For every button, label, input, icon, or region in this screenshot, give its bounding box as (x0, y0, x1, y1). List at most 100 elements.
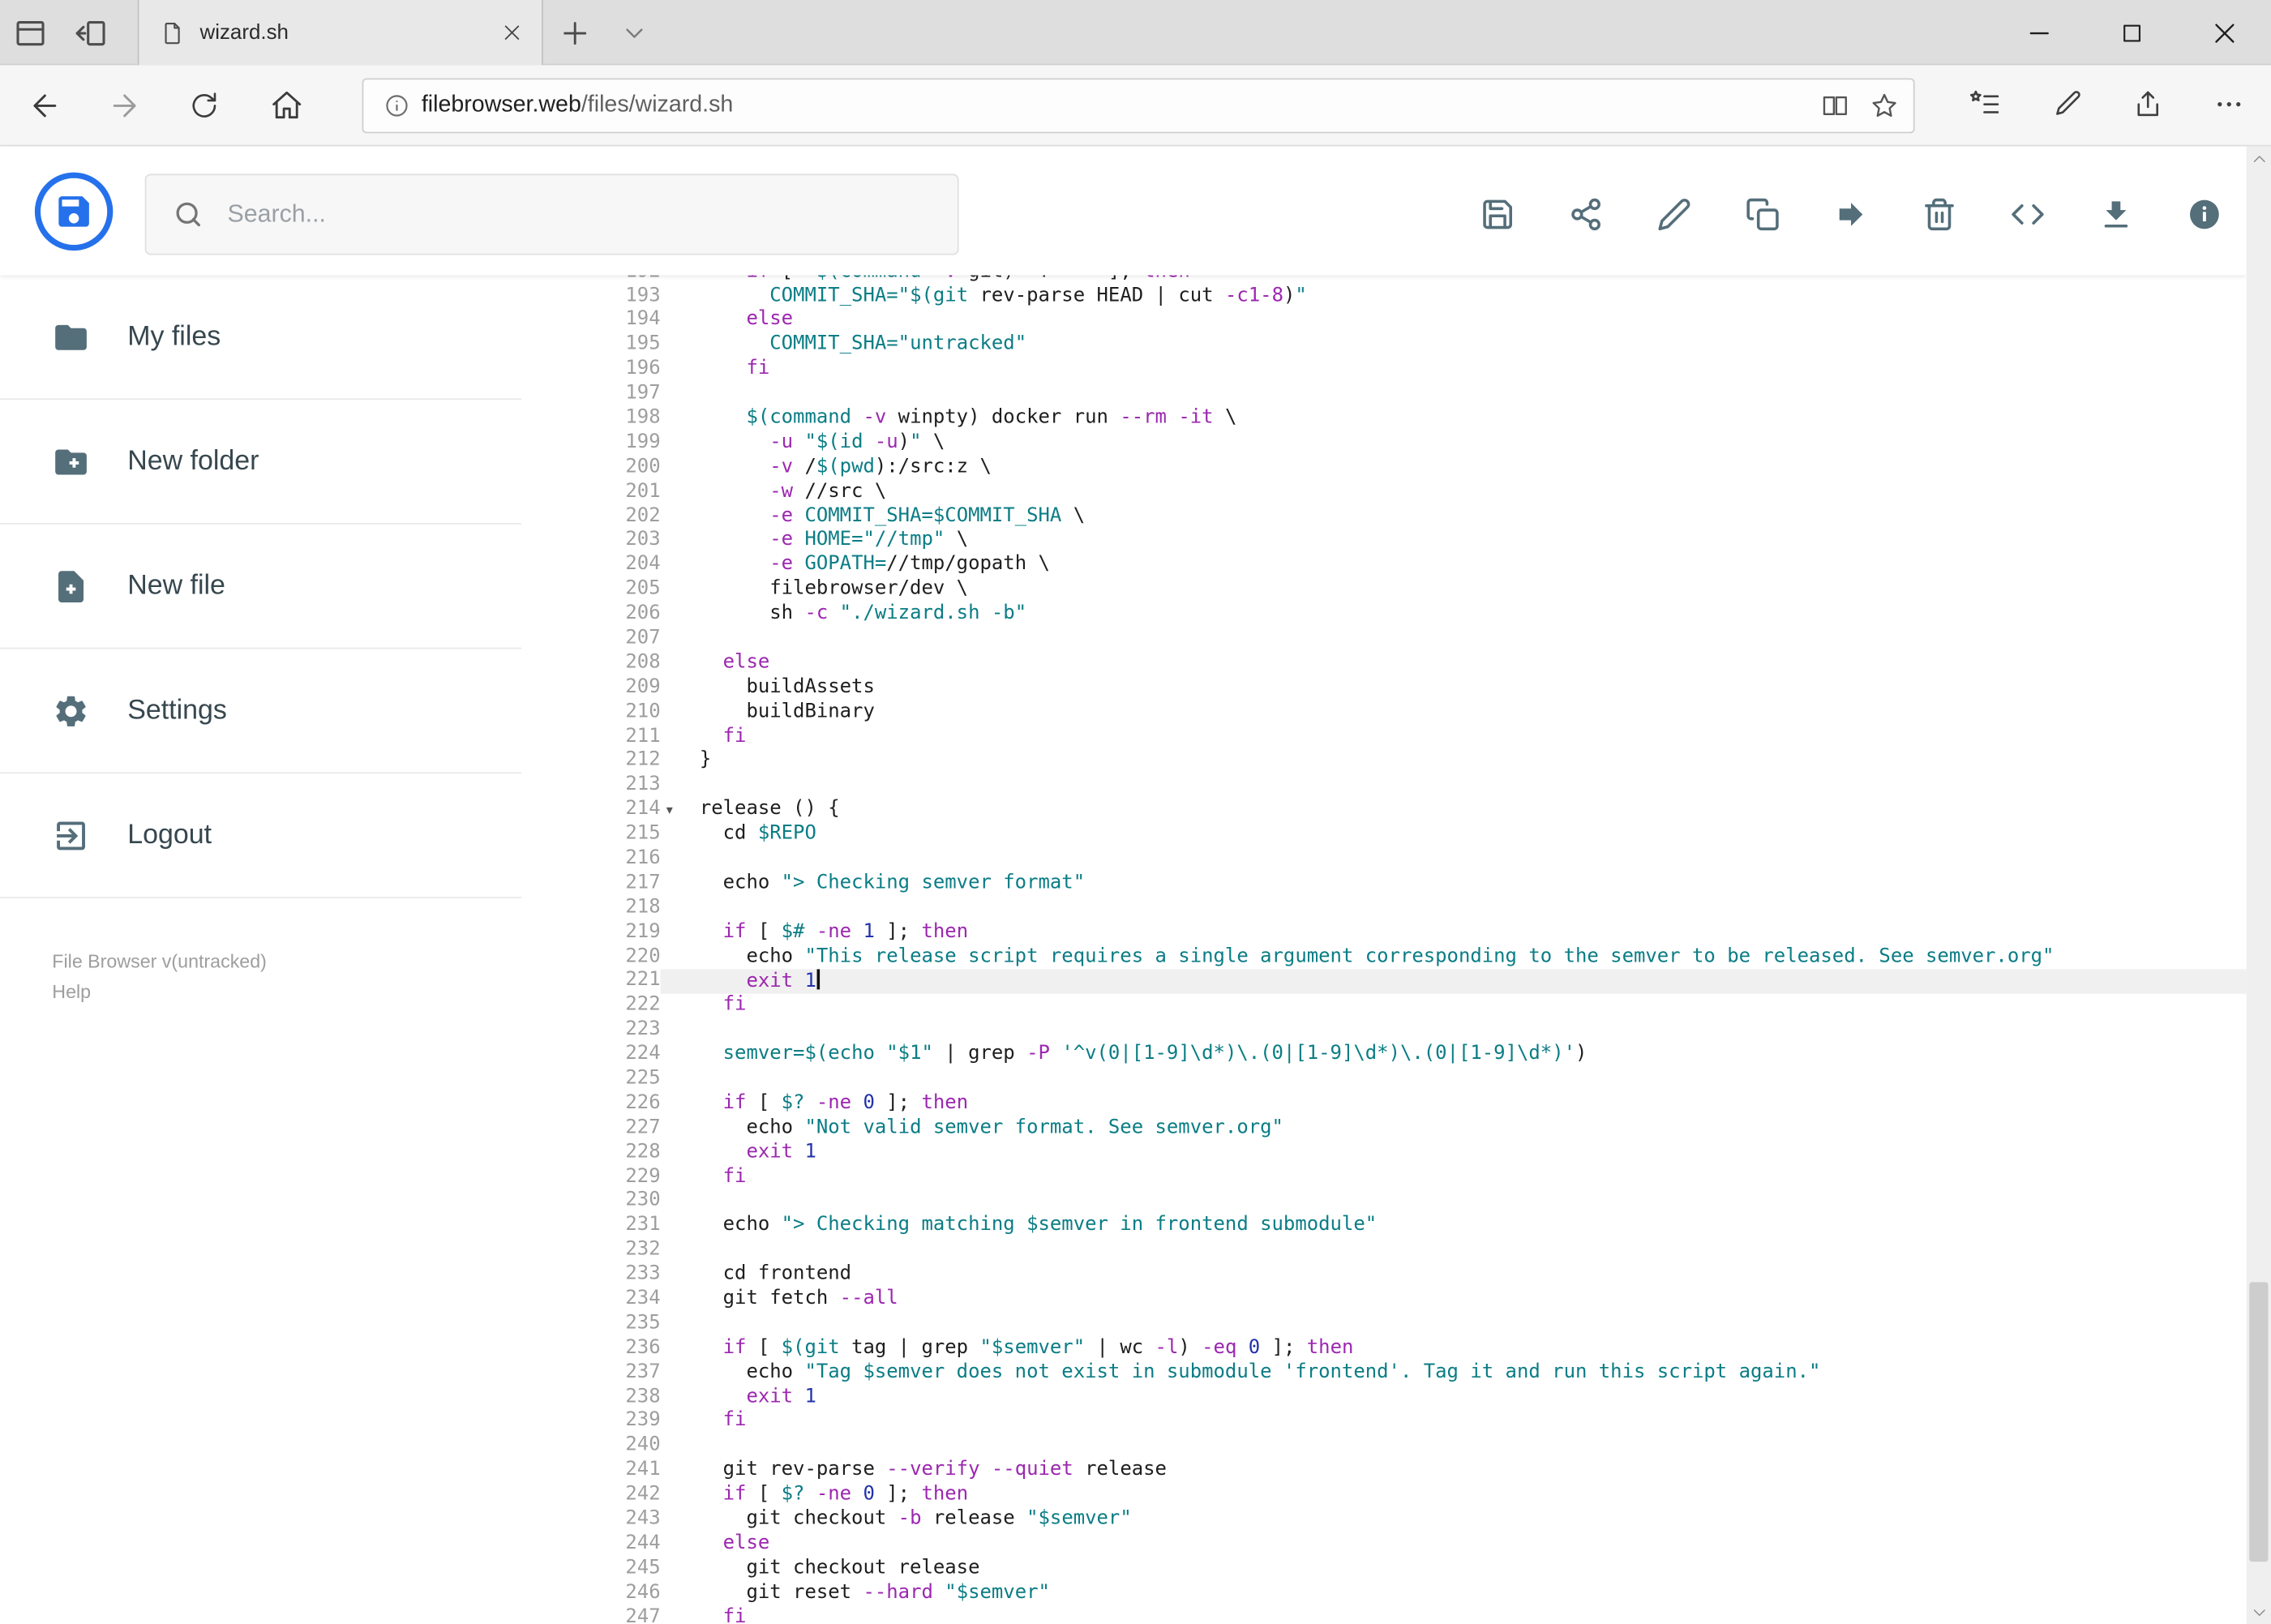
code-line[interactable]: 218 (521, 897, 2247, 921)
code-line[interactable]: 214 ▾ release () { (521, 799, 2247, 823)
code-line[interactable]: 227 echo "Not valid semver format. See s… (521, 1116, 2247, 1141)
raw-code-button[interactable] (1999, 186, 2056, 243)
code-line[interactable]: 246 git reset --hard "$semver" (521, 1582, 2247, 1606)
code-line[interactable]: 230 (521, 1190, 2247, 1215)
browser-tab[interactable]: wizard.sh (137, 0, 543, 66)
code-line[interactable]: 237 echo "Tag $semver does not exist in … (521, 1361, 2247, 1386)
code-line[interactable]: 198 $(command -v winpty) docker run --rm… (521, 407, 2247, 431)
code-line[interactable]: 219 if [ $# -ne 1 ]; then (521, 921, 2247, 945)
forward-button[interactable] (94, 75, 155, 135)
site-info-icon[interactable] (383, 92, 409, 118)
copy-button[interactable] (1733, 186, 1791, 243)
code-line[interactable]: 238 exit 1 (521, 1386, 2247, 1410)
code-line[interactable]: 228 exit 1 (521, 1141, 2247, 1165)
code-line[interactable]: 217 echo "> Checking semver format" (521, 872, 2247, 896)
set-tabs-aside-icon[interactable] (72, 15, 109, 52)
code-line[interactable]: 200 -v /$(pwd):/src:z \ (521, 456, 2247, 480)
sidebar-item-new-file[interactable]: New file (0, 525, 522, 649)
code-line[interactable]: 199 -u "$(id -u)" \ (521, 431, 2247, 456)
code-line[interactable]: 240 (521, 1435, 2247, 1459)
more-options-icon[interactable] (2200, 75, 2258, 133)
annotate-pen-icon[interactable] (2037, 75, 2095, 133)
code-line[interactable]: 195 COMMIT_SHA="untracked" (521, 333, 2247, 358)
delete-button[interactable] (1910, 186, 1968, 243)
sidebar-item-settings[interactable]: Settings (0, 649, 522, 774)
code-line[interactable]: 233 cd frontend (521, 1263, 2247, 1288)
code-line[interactable]: 222 fi (521, 994, 2247, 1018)
code-line[interactable]: 211 fi (521, 725, 2247, 749)
code-line[interactable]: 223 (521, 1019, 2247, 1043)
code-line[interactable]: 197 (521, 383, 2247, 407)
tab-preview-icon[interactable] (11, 15, 49, 52)
sidebar-item-my-files[interactable]: My files (0, 275, 522, 401)
refresh-button[interactable] (174, 75, 234, 135)
favorite-star-icon[interactable] (1870, 92, 1899, 121)
code-line[interactable]: 226 if [ $? -ne 0 ]; then (521, 1092, 2247, 1116)
code-line[interactable]: 204 -e GOPATH=//tmp/gopath \ (521, 554, 2247, 578)
tab-list-chevron-icon[interactable] (620, 19, 649, 48)
rename-button[interactable] (1645, 186, 1703, 243)
code-editor[interactable]: 192 if [ "$(command -v git)" != "" ]; th… (521, 275, 2247, 1624)
help-link[interactable]: Help (52, 976, 267, 1007)
sidebar-item-logout[interactable]: Logout (0, 773, 522, 898)
code-line[interactable]: 242 if [ $? -ne 0 ]; then (521, 1484, 2247, 1508)
back-button[interactable] (15, 75, 75, 135)
minimize-button[interactable] (1993, 0, 2085, 65)
code-line[interactable]: 224 semver=$(echo "$1" | grep -P '^v(0|[… (521, 1043, 2247, 1068)
code-line[interactable]: 205 filebrowser/dev \ (521, 578, 2247, 602)
code-line[interactable]: 221 exit 1 (521, 970, 2247, 995)
share-icon[interactable] (2119, 75, 2177, 133)
code-line[interactable]: 232 (521, 1239, 2247, 1263)
search-input[interactable] (227, 199, 932, 229)
download-button[interactable] (2087, 186, 2145, 243)
scroll-up-icon[interactable] (2247, 146, 2271, 170)
code-line[interactable]: 209 buildAssets (521, 676, 2247, 701)
move-button[interactable] (1822, 186, 1879, 243)
sidebar-item-new-folder[interactable]: New folder (0, 400, 522, 525)
info-button[interactable] (2175, 186, 2233, 243)
code-line[interactable]: 239 fi (521, 1410, 2247, 1434)
scrollbar-thumb[interactable] (2249, 1282, 2269, 1562)
close-button[interactable] (2179, 0, 2271, 65)
code-line[interactable]: 192 if [ "$(command -v git)" != "" ]; th… (521, 275, 2247, 285)
tab-close-icon[interactable] (495, 17, 527, 49)
scroll-down-icon[interactable] (2247, 1600, 2271, 1624)
code-line[interactable]: 235 (521, 1313, 2247, 1337)
url-text[interactable]: filebrowser.web/files/wizard.sh (422, 92, 1821, 118)
code-line[interactable]: 244 else (521, 1532, 2247, 1557)
code-line[interactable]: 229 fi (521, 1166, 2247, 1190)
page-scrollbar[interactable] (2246, 146, 2271, 1624)
code-line[interactable]: 245 git checkout release (521, 1557, 2247, 1581)
code-line[interactable]: 243 git checkout -b release "$semver" (521, 1508, 2247, 1532)
favorites-hub-icon[interactable] (1956, 75, 2014, 133)
code-line[interactable]: 208 else (521, 652, 2247, 676)
code-line[interactable]: 225 (521, 1068, 2247, 1092)
code-line[interactable]: 196 fi (521, 358, 2247, 383)
code-line[interactable]: 247 fi (521, 1606, 2247, 1624)
code-line[interactable]: 203 -e HOME="//tmp" \ (521, 529, 2247, 554)
address-bar[interactable]: filebrowser.web/files/wizard.sh (362, 78, 1915, 134)
home-button[interactable] (256, 75, 317, 135)
code-line[interactable]: 212} (521, 750, 2247, 774)
code-line[interactable]: 193 COMMIT_SHA="$(git rev-parse HEAD | c… (521, 285, 2247, 309)
save-button[interactable] (1468, 186, 1526, 243)
code-line[interactable]: 210 buildBinary (521, 701, 2247, 725)
code-line[interactable]: 194 else (521, 309, 2247, 333)
code-line[interactable]: 234 git fetch --all (521, 1288, 2247, 1312)
code-line[interactable]: 201 -w //src \ (521, 481, 2247, 505)
code-line[interactable]: 202 -e COMMIT_SHA=$COMMIT_SHA \ (521, 505, 2247, 529)
code-line[interactable]: 206 sh -c "./wizard.sh -b" (521, 602, 2247, 627)
code-line[interactable]: 216 (521, 847, 2247, 872)
code-line[interactable]: 213 (521, 774, 2247, 799)
code-line[interactable]: 215 cd $REPO (521, 823, 2247, 847)
reading-view-icon[interactable] (1821, 92, 1850, 121)
code-line[interactable]: 207 (521, 628, 2247, 652)
search-bar[interactable] (144, 174, 959, 255)
fold-marker-icon[interactable]: ▾ (666, 800, 673, 825)
share-file-button[interactable] (1557, 186, 1614, 243)
code-line[interactable]: 231 echo "> Checking matching $semver in… (521, 1215, 2247, 1239)
code-line[interactable]: 241 git rev-parse --verify --quiet relea… (521, 1459, 2247, 1484)
code-line[interactable]: 220 echo "This release script requires a… (521, 945, 2247, 970)
new-tab-button[interactable] (558, 16, 593, 51)
maximize-button[interactable] (2085, 0, 2178, 65)
